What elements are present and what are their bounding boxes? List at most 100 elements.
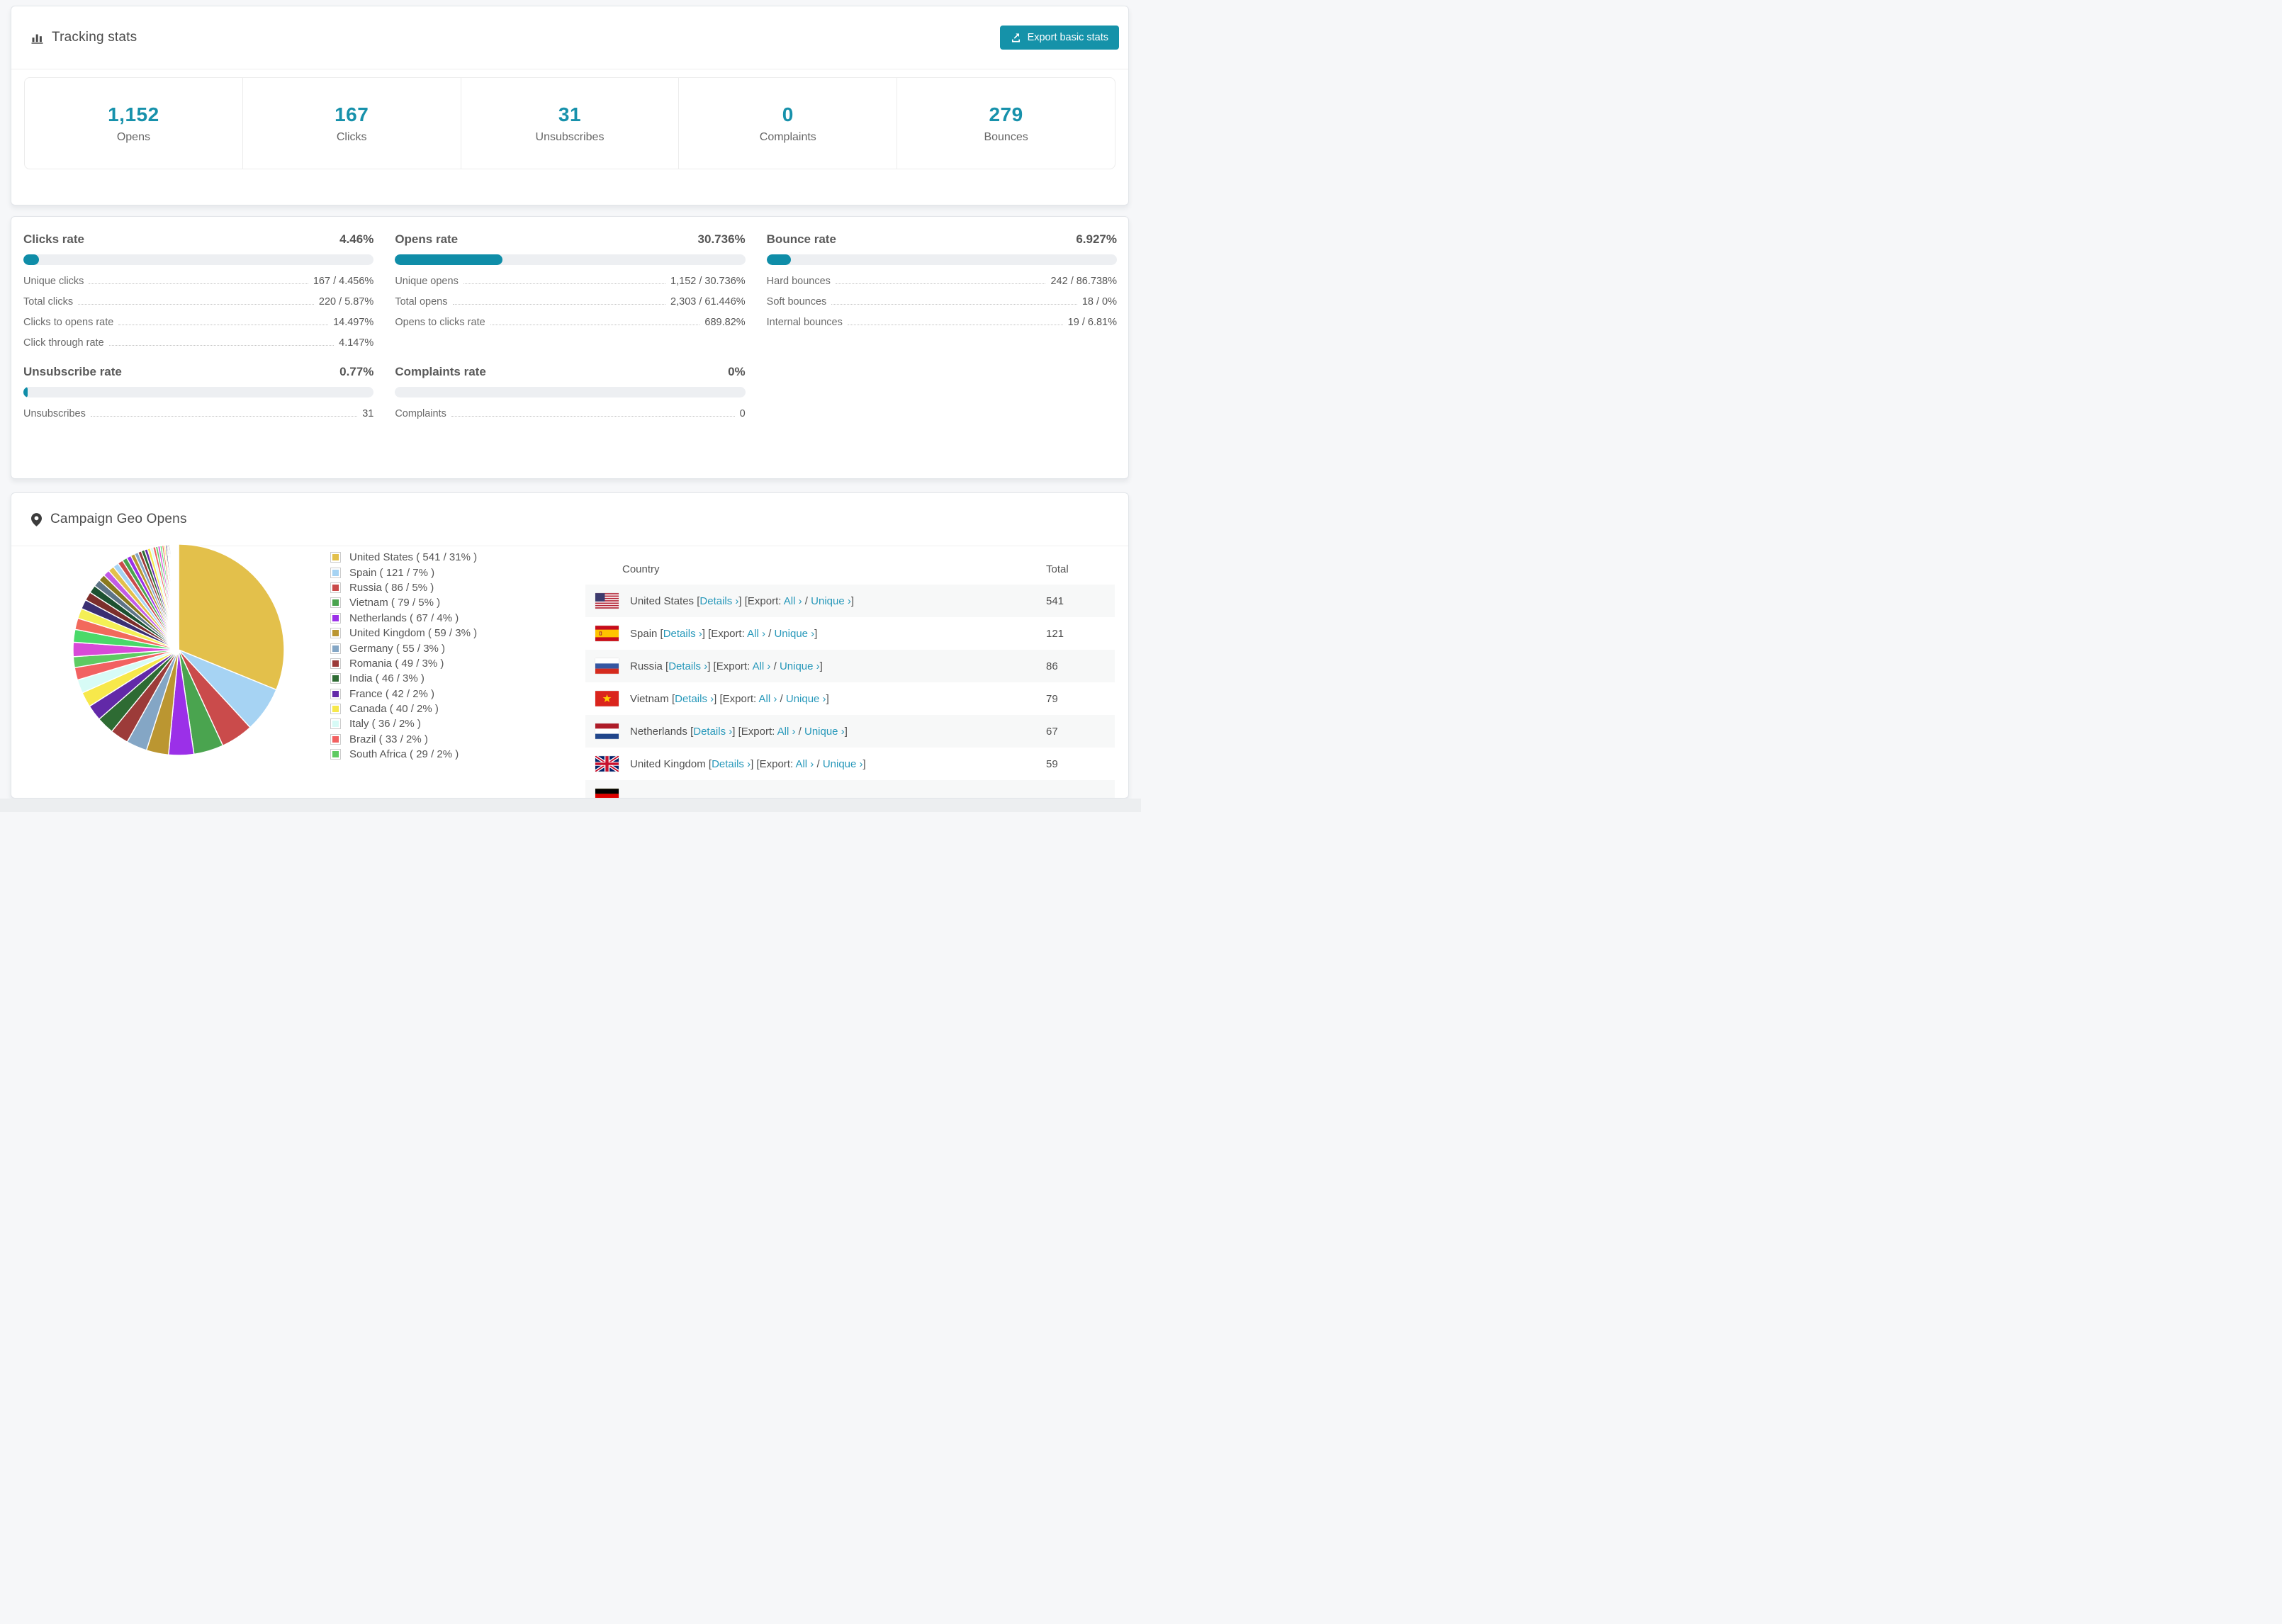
legend-item-netherlands[interactable]: Netherlands ( 67 / 4% ) — [330, 611, 477, 626]
export-unique-link[interactable]: Unique › — [823, 758, 863, 770]
legend-item-united-states[interactable]: United States ( 541 / 31% ) — [330, 550, 477, 565]
rate-detail-label: Complaints — [395, 408, 446, 419]
legend-item-brazil[interactable]: Brazil ( 33 / 2% ) — [330, 732, 477, 747]
export-unique-link[interactable]: Unique › — [780, 660, 820, 672]
column-header-total: Total — [1046, 563, 1069, 575]
export-unique-link[interactable]: Unique › — [811, 595, 851, 607]
export-all-link[interactable]: All › — [753, 660, 771, 672]
bracket: ] — [844, 725, 848, 738]
bracket: ] [ — [707, 660, 716, 672]
export-all-link[interactable]: All › — [747, 628, 765, 640]
country-cell: United Kingdom [Details ›] [Export: All … — [630, 757, 866, 770]
rate-value: 4.46% — [339, 232, 374, 246]
rate-detail-value: 1,152 / 30.736% — [670, 276, 746, 287]
de-flag-icon — [595, 789, 619, 798]
country-cell: Spain [Details ›] [Export: All › / Uniqu… — [630, 627, 818, 640]
legend-item-united-kingdom[interactable]: United Kingdom ( 59 / 3% ) — [330, 626, 477, 641]
rate-value: 0% — [728, 365, 746, 378]
legend-swatch-color — [332, 721, 339, 728]
rate-detail-label: Unique clicks — [23, 276, 84, 287]
progress-bar — [395, 254, 746, 265]
rate-detail-label: Soft bounces — [766, 296, 827, 308]
pie-legend: United States ( 541 / 31% ) Spain ( 121 /… — [330, 550, 477, 762]
table-header-row: Country Total — [585, 553, 1115, 585]
export-unique-link[interactable]: Unique › — [774, 628, 814, 640]
total-cell: 59 — [1046, 757, 1058, 770]
legend-item-germany[interactable]: Germany ( 55 / 3% ) — [330, 641, 477, 655]
rate-detail-value: 2,303 / 61.446% — [670, 296, 746, 308]
legend-swatch-color — [332, 751, 339, 758]
rate-title: Bounce rate — [766, 232, 836, 246]
legend-item-spain[interactable]: Spain ( 121 / 7% ) — [330, 565, 477, 580]
pie-slice-small[interactable] — [177, 543, 179, 650]
legend-item-india[interactable]: India ( 46 / 3% ) — [330, 671, 477, 686]
legend-item-france[interactable]: France ( 42 / 2% ) — [330, 687, 477, 701]
legend-swatch — [330, 552, 341, 563]
export-unique-link[interactable]: Unique › — [804, 726, 845, 738]
details-link[interactable]: Details › — [668, 660, 707, 672]
legend-swatch-color — [332, 569, 339, 576]
legend-item-russia[interactable]: Russia ( 86 / 5% ) — [330, 580, 477, 595]
export-all-link[interactable]: All › — [777, 726, 796, 738]
legend-swatch — [330, 704, 341, 715]
stat-value: 31 — [558, 103, 582, 125]
rates-card: Clicks rate 4.46% Unique clicks 167 / 4.456… — [11, 216, 1129, 479]
export-label: Export: — [716, 660, 753, 672]
slash: / — [765, 627, 775, 640]
rate-title: Opens rate — [395, 232, 459, 246]
stat-label: Complaints — [759, 130, 816, 143]
dotted-leader — [78, 304, 314, 305]
legend-item-canada[interactable]: Canada ( 40 / 2% ) — [330, 701, 477, 716]
progress-bar — [23, 387, 374, 397]
details-link[interactable]: Details › — [699, 595, 738, 607]
export-basic-stats-button[interactable]: Export basic stats — [999, 26, 1119, 50]
rate-detail-value: 689.82% — [704, 317, 746, 328]
export-all-link[interactable]: All › — [784, 595, 802, 607]
export-unique-link[interactable]: Unique › — [786, 693, 826, 705]
rate-panel-clicks-rate: Clicks rate 4.46% Unique clicks 167 / 4.456… — [23, 232, 374, 358]
bracket: ] [ — [738, 594, 748, 607]
rate-detail-rows: Unique clicks 167 / 4.456% Total clicks 220… — [23, 276, 373, 349]
export-all-link[interactable]: All › — [795, 758, 814, 770]
legend-item-romania[interactable]: Romania ( 49 / 3% ) — [330, 656, 477, 671]
country-cell: Russia [Details ›] [Export: All › / Uniq… — [630, 660, 823, 672]
export-all-link[interactable]: All › — [759, 693, 777, 705]
progress-bar — [766, 254, 1117, 265]
progress-bar — [395, 387, 746, 397]
dotted-leader — [452, 304, 666, 305]
rate-detail-row: Click through rate 4.147% — [23, 337, 373, 349]
bracket: ] [ — [714, 692, 723, 705]
rate-detail-label: Hard bounces — [766, 276, 831, 287]
rate-detail-label: Total opens — [395, 296, 448, 308]
summary-stat-complaints: 0 Complaints — [678, 78, 896, 169]
stat-label: Clicks — [336, 130, 367, 143]
rate-detail-rows: Complaints 0 — [395, 408, 745, 419]
rate-detail-label: Unique opens — [395, 276, 459, 287]
export-label: Export: — [722, 692, 759, 705]
stat-label: Opens — [116, 130, 150, 143]
details-link[interactable]: Details › — [663, 628, 702, 640]
legend-label: Italy ( 36 / 2% ) — [349, 718, 421, 731]
legend-swatch-color — [332, 614, 339, 621]
progress-bar-fill — [23, 387, 28, 397]
details-link[interactable]: Details › — [693, 726, 732, 738]
legend-swatch — [330, 597, 341, 609]
rate-panel-opens-rate: Opens rate 30.736% Unique opens 1,152 / 30.… — [395, 232, 746, 358]
legend-swatch — [330, 658, 341, 669]
legend-item-vietnam[interactable]: Vietnam ( 79 / 5% ) — [330, 595, 477, 610]
details-link[interactable]: Details › — [712, 758, 751, 770]
legend-swatch-color — [332, 660, 339, 667]
stat-label: Unsubscribes — [535, 130, 605, 143]
rate-detail-row: Total opens 2,303 / 61.446% — [395, 296, 745, 308]
rate-detail-row: Soft bounces 18 / 0% — [767, 296, 1117, 308]
total-cell: 86 — [1046, 660, 1058, 672]
legend-swatch — [330, 612, 341, 624]
table-row-united-states: United States [Details ›] [Export: All ›… — [585, 585, 1115, 617]
legend-label: United States ( 541 / 31% ) — [349, 551, 478, 564]
geo-country-table: Country Total United States [Details ›] … — [585, 553, 1115, 798]
details-link[interactable]: Details › — [675, 693, 714, 705]
rate-detail-value: 14.497% — [333, 317, 374, 328]
legend-item-south-africa[interactable]: South Africa ( 29 / 2% ) — [330, 747, 477, 762]
rate-panel-header: Opens rate 30.736% — [395, 232, 745, 247]
legend-item-italy[interactable]: Italy ( 36 / 2% ) — [330, 716, 477, 731]
